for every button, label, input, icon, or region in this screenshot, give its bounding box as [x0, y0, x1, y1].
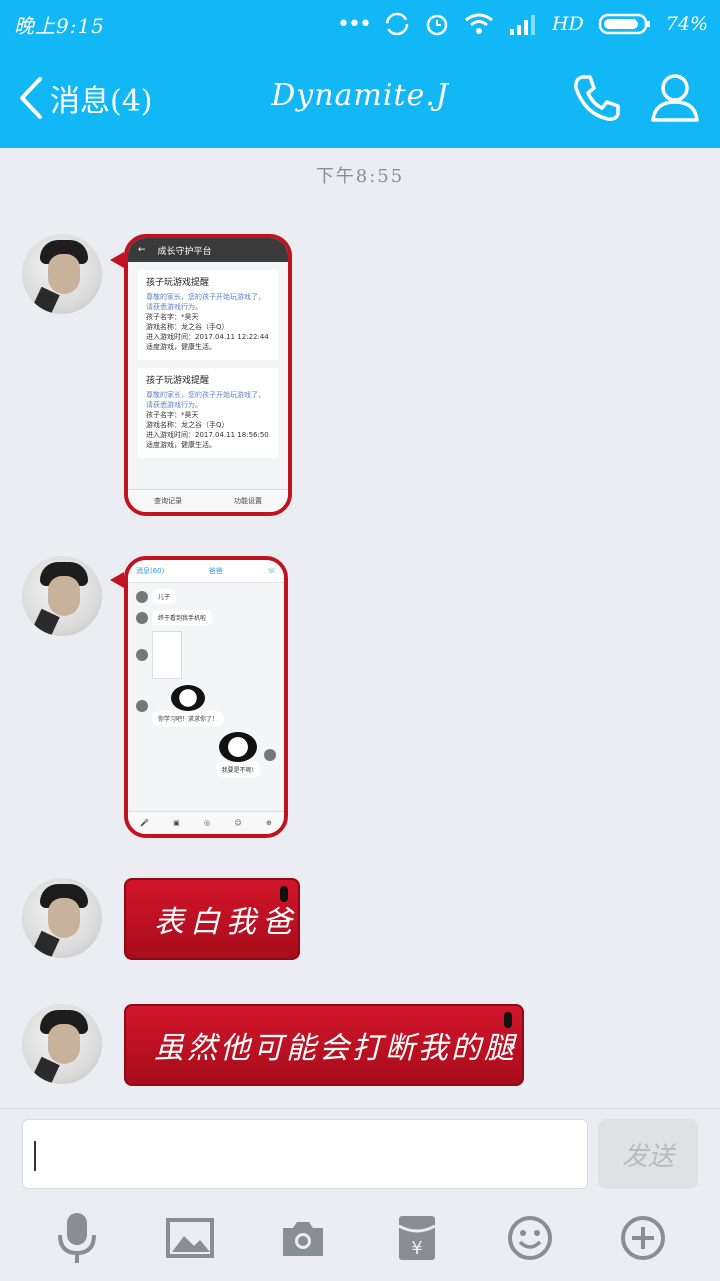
camera-icon	[283, 1222, 324, 1256]
bubble-tail	[110, 252, 124, 268]
battery-percent: 74%	[665, 13, 708, 35]
profile-button[interactable]	[650, 72, 700, 128]
avatar[interactable]	[22, 878, 102, 958]
screenshot-header: 消息(60) 爸爸 ☏	[128, 560, 284, 583]
bubble-tail	[110, 572, 124, 588]
status-bar: 晚上9:15 ••• HD 74%	[0, 0, 720, 48]
voice-button[interactable]	[47, 1208, 107, 1268]
screenshot-header: ← 成长守护平台	[128, 238, 288, 262]
avatar[interactable]	[22, 234, 102, 314]
emoji-button[interactable]	[500, 1208, 560, 1268]
image-button[interactable]	[160, 1208, 220, 1268]
status-time: 晚上9:15	[14, 14, 105, 38]
image-message-growth-platform[interactable]: ← 成长守护平台 孩子玩游戏提醒 尊敬的家长，您的孩子开始玩游戏了，请获悉游戏行…	[124, 234, 292, 516]
plus-icon	[621, 1216, 666, 1260]
text-caret	[34, 1141, 36, 1171]
camera-button[interactable]	[273, 1208, 333, 1268]
emoji-icon	[507, 1216, 552, 1260]
top-bar: 晚上9:15 ••• HD 74% 消息(4) Dynamite.J	[0, 0, 720, 148]
battery-icon	[598, 13, 650, 35]
person-icon	[651, 74, 699, 122]
network-type: HD	[551, 13, 584, 35]
send-button[interactable]: 发送	[598, 1119, 698, 1189]
image-message-chat-screenshot[interactable]: 消息(60) 爸爸 ☏ 儿子 终于看到我手机啦 你学习吧！求求你了！ 我要是不呢…	[124, 556, 288, 838]
text-message[interactable]: 表白我爸	[124, 878, 300, 960]
call-button[interactable]	[570, 72, 622, 128]
mic-icon	[57, 1213, 96, 1263]
avatar[interactable]	[22, 556, 102, 636]
screenshot-card: 孩子玩游戏提醒 尊敬的家长，您的孩子开始玩游戏了，请获悉游戏行为。 孩子名字：*…	[138, 270, 278, 360]
status-icons: ••• HD 74%	[337, 8, 708, 40]
signal-icon	[509, 15, 535, 35]
screenshot-footer: 查询记录 功能设置	[128, 489, 288, 512]
sync-icon	[385, 12, 409, 36]
input-toolbar: ¥	[0, 1196, 720, 1280]
avatar[interactable]	[22, 1004, 102, 1084]
image-icon	[165, 1218, 214, 1258]
panda-sticker	[171, 685, 205, 711]
text-message[interactable]: 虽然他可能会打断我的腿	[124, 1004, 524, 1086]
more-dots-icon: •••	[337, 11, 372, 37]
svg-text:¥: ¥	[411, 1238, 422, 1259]
red-packet-button[interactable]: ¥	[387, 1208, 447, 1268]
red-packet-icon: ¥	[397, 1216, 436, 1260]
phone-icon	[574, 75, 620, 121]
more-button[interactable]	[613, 1208, 673, 1268]
nav-bar: 消息(4) Dynamite.J	[0, 48, 720, 148]
screenshot-card: 孩子玩游戏提醒 尊敬的家长，您的孩子开始玩游戏了，请获悉游戏行为。 孩子名字：*…	[138, 368, 278, 458]
screenshot-toolbar: 🎤 ▣ ◎ ☺ ⊕	[128, 811, 284, 834]
wifi-icon	[465, 13, 493, 34]
message-input[interactable]	[22, 1119, 588, 1189]
alarm-icon	[426, 14, 448, 36]
panda-sticker	[218, 732, 257, 762]
message-timestamp: 下午8:55	[315, 166, 405, 187]
